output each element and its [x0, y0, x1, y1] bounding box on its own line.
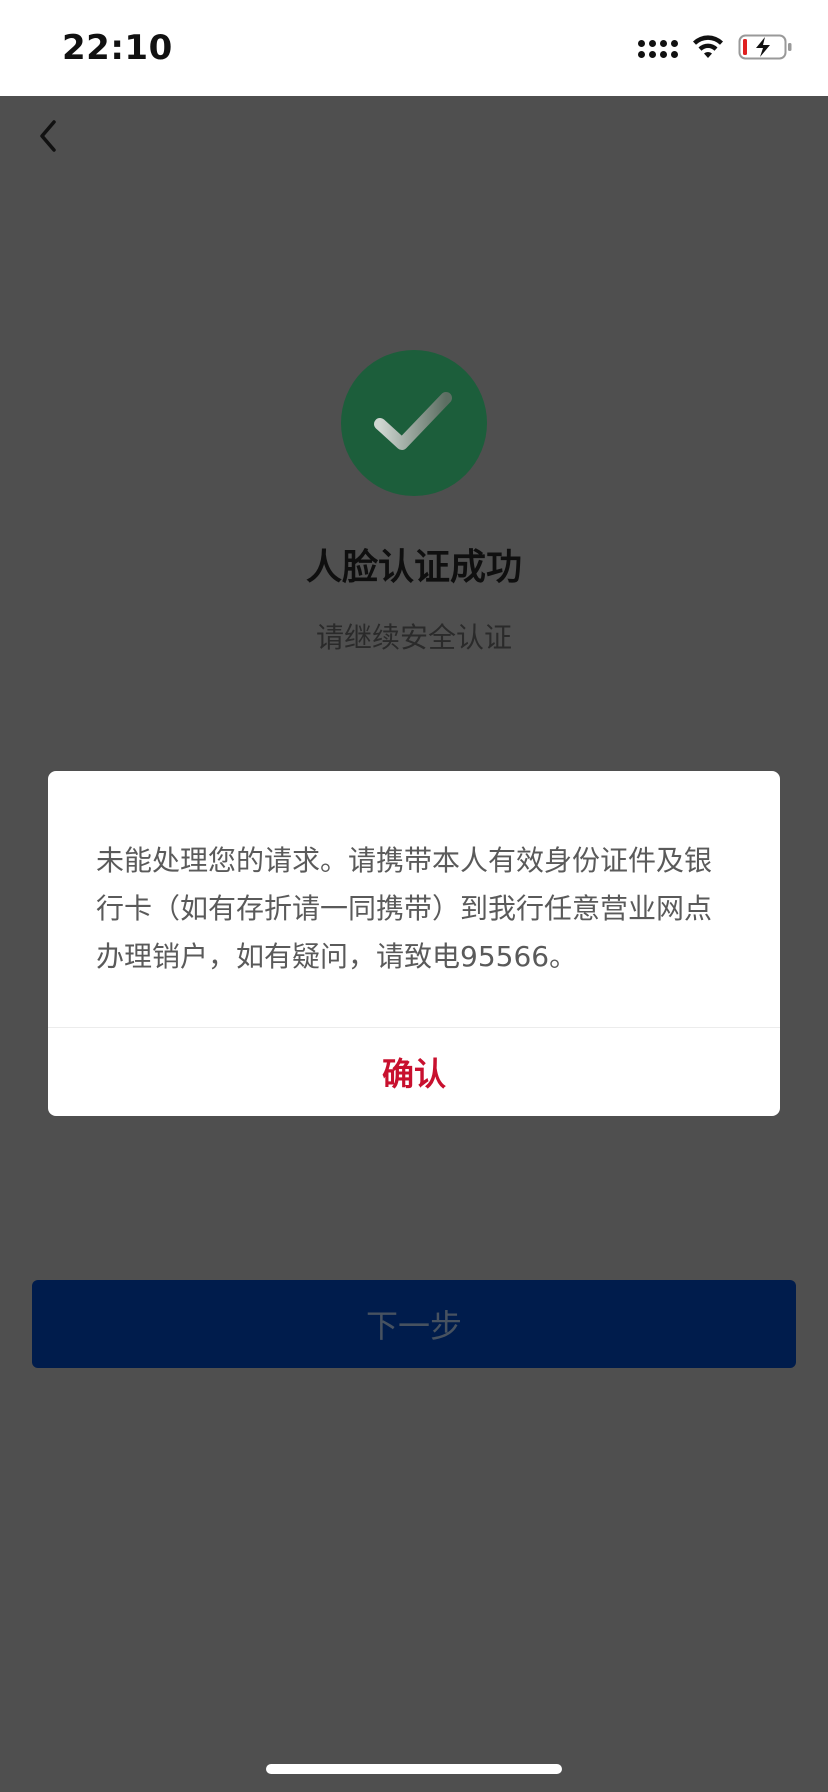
result-subtitle: 请继续安全认证	[315, 621, 512, 654]
next-step-button[interactable]: 下一步	[32, 1280, 796, 1368]
home-indicator[interactable]	[266, 1764, 562, 1774]
result-title: 人脸认证成功	[305, 547, 522, 588]
status-icons	[638, 34, 794, 64]
status-time: 22:10	[62, 28, 173, 68]
wifi-icon	[692, 34, 724, 64]
signal-icon	[638, 40, 678, 58]
chevron-left-icon[interactable]	[26, 114, 70, 158]
check-circle-icon	[341, 350, 487, 496]
alert-dialog: 未能处理您的请求。请携带本人有效身份证件及银行卡（如有存折请一同携带）到我行任意…	[48, 771, 780, 1116]
dialog-message: 未能处理您的请求。请携带本人有效身份证件及银行卡（如有存折请一同携带）到我行任意…	[96, 844, 713, 973]
status-bar: 22:10	[0, 0, 828, 96]
battery-charging-icon	[738, 33, 794, 65]
confirm-button[interactable]: 确认	[48, 1028, 780, 1116]
